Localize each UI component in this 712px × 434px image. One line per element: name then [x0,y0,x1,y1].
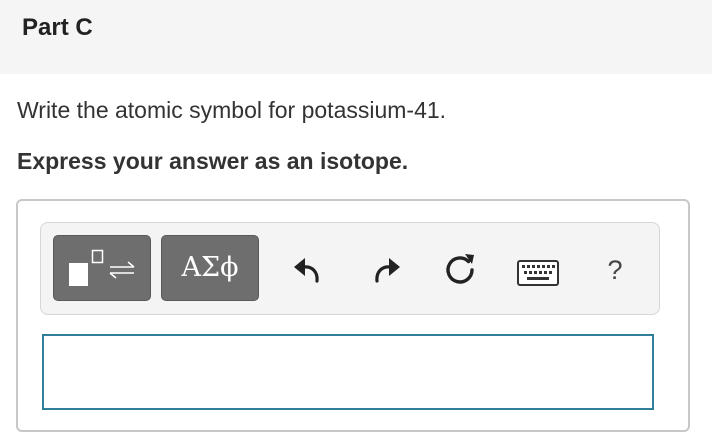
redo-button[interactable] [364,250,404,290]
keyboard-button[interactable] [516,250,560,290]
part-title: Part C [22,14,93,41]
keyboard-icon [517,260,559,286]
greek-symbols-label: ΑΣϕ [181,252,239,283]
isotope-template-icon [69,249,135,286]
undo-icon [294,258,319,283]
isotope-template-button[interactable] [53,235,151,301]
question-prompt: Write the atomic symbol for potassium-41… [17,97,447,123]
undo-button[interactable] [290,250,330,290]
answer-input[interactable] [42,334,654,410]
part-header: Part C [0,0,712,74]
reset-icon [446,254,474,284]
reset-button[interactable] [441,250,481,290]
help-button[interactable]: ? [600,250,630,290]
answer-instruction: Express your answer as an isotope. [17,148,409,174]
greek-symbols-button[interactable]: ΑΣϕ [161,235,259,301]
redo-icon [375,258,400,283]
